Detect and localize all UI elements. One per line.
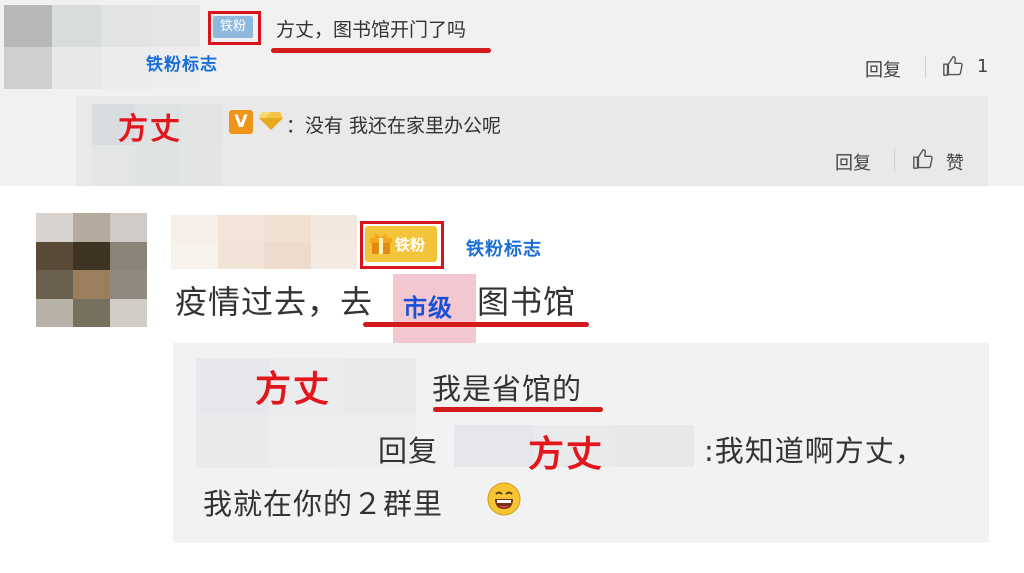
- reply-button-comment1[interactable]: 回复: [865, 56, 901, 82]
- avatar-comment1[interactable]: [4, 5, 52, 89]
- like-label-reply1[interactable]: 赞: [946, 149, 964, 175]
- city-annotation: 市级: [403, 294, 453, 322]
- thumbs-up-icon[interactable]: [912, 148, 934, 170]
- reply2-line2-tail: :我知道啊方丈，: [704, 434, 925, 468]
- thumbs-up-icon[interactable]: [942, 55, 964, 77]
- name-annotation-reply2: 方丈: [255, 369, 332, 410]
- reply-button-reply1[interactable]: 回复: [835, 149, 871, 175]
- fan-badge-annotation: 铁粉标志: [146, 55, 218, 75]
- fan-badge-annotation-2: 铁粉标志: [466, 239, 542, 260]
- username-comment2[interactable]: [171, 215, 357, 269]
- divider: [925, 56, 926, 78]
- vip-diamond-icon: [259, 112, 283, 130]
- avatar-comment2[interactable]: [36, 213, 147, 327]
- name-annotation-reply2-target: 方丈: [528, 434, 605, 475]
- reply2-line3: 我就在你的２群里: [203, 487, 444, 521]
- reply2-reply-word: 回复: [378, 434, 439, 468]
- reply2-line1: 我是省馆的: [432, 372, 583, 406]
- username-comment1[interactable]: [52, 5, 200, 89]
- name-annotation-reply1: 方丈: [118, 112, 182, 147]
- verified-v-icon: V: [229, 110, 253, 134]
- comment2-text-part1: 疫情过去，去: [175, 283, 374, 321]
- highlight-box-gold-badge: [360, 221, 444, 269]
- comment1-text: 方丈，图书馆开门了吗: [276, 19, 467, 41]
- reply1-text: ：没有 我还在家里办公呢: [286, 115, 502, 137]
- highlight-box-fan-badge: [208, 11, 261, 45]
- bottom-edge: [0, 555, 1024, 573]
- like-count-comment1: 1: [977, 56, 989, 77]
- comment2-text-part2: 图书馆: [477, 283, 577, 321]
- divider: [894, 149, 895, 171]
- laughing-emoji-icon: [487, 482, 521, 516]
- underline-reply2: [433, 407, 603, 412]
- underline-comment1: [271, 48, 491, 53]
- underline-comment2: [363, 322, 589, 327]
